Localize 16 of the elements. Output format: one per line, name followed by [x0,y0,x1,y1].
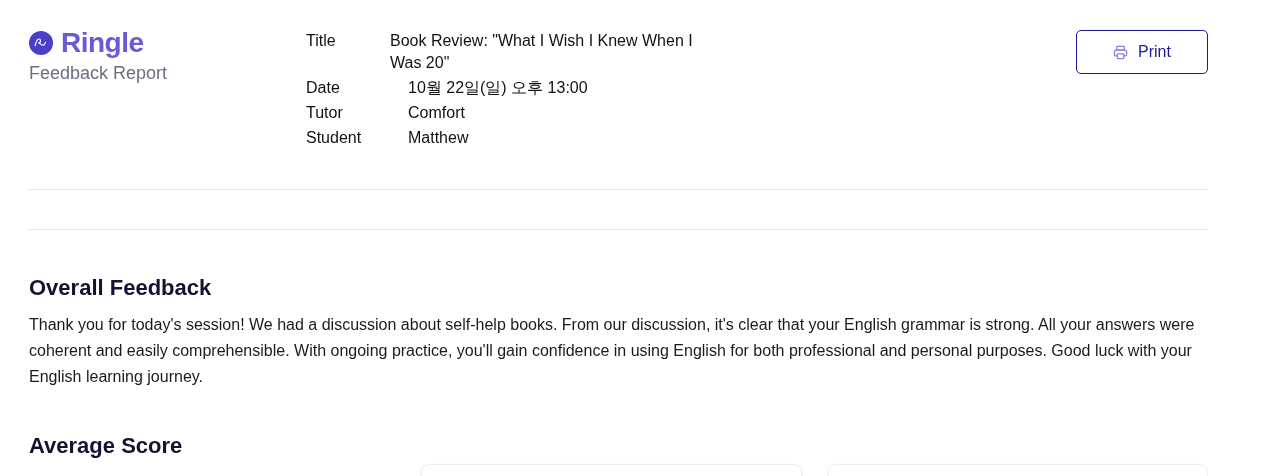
feedback-paragraph: Thank you for today's session! We had a discussion about self-help books. From our discussion, it's clear that your English grammar is strong. All your answers were coherent and easily comprehensible. With ongoing practice, you'll gain confidence in using English for both professional and personal purposes. Good luck with your English learning journey. [29,315,1196,387]
meta-label: Tutor [306,103,344,123]
meta-value: 10월 22일(일) 오후 13:00 [407,78,589,98]
meta-value: Comfort [407,103,466,123]
section-heading: Average Score [29,432,184,460]
printer-icon [1113,44,1129,60]
brand-name: Ringle [61,28,144,58]
print-button[interactable]: Print [1076,30,1208,74]
logo-icon [29,31,53,55]
meta-label: Date [306,78,341,98]
meta-label: Student [306,128,363,148]
meta-label: Title [306,31,337,51]
report-subtitle: Feedback Report [29,63,169,84]
section-heading: Overall Feedback [29,274,213,302]
meta-value: Book Review: "What I Wish I Knew When I Was 20" [390,31,694,73]
meta-value: Matthew [407,128,470,148]
